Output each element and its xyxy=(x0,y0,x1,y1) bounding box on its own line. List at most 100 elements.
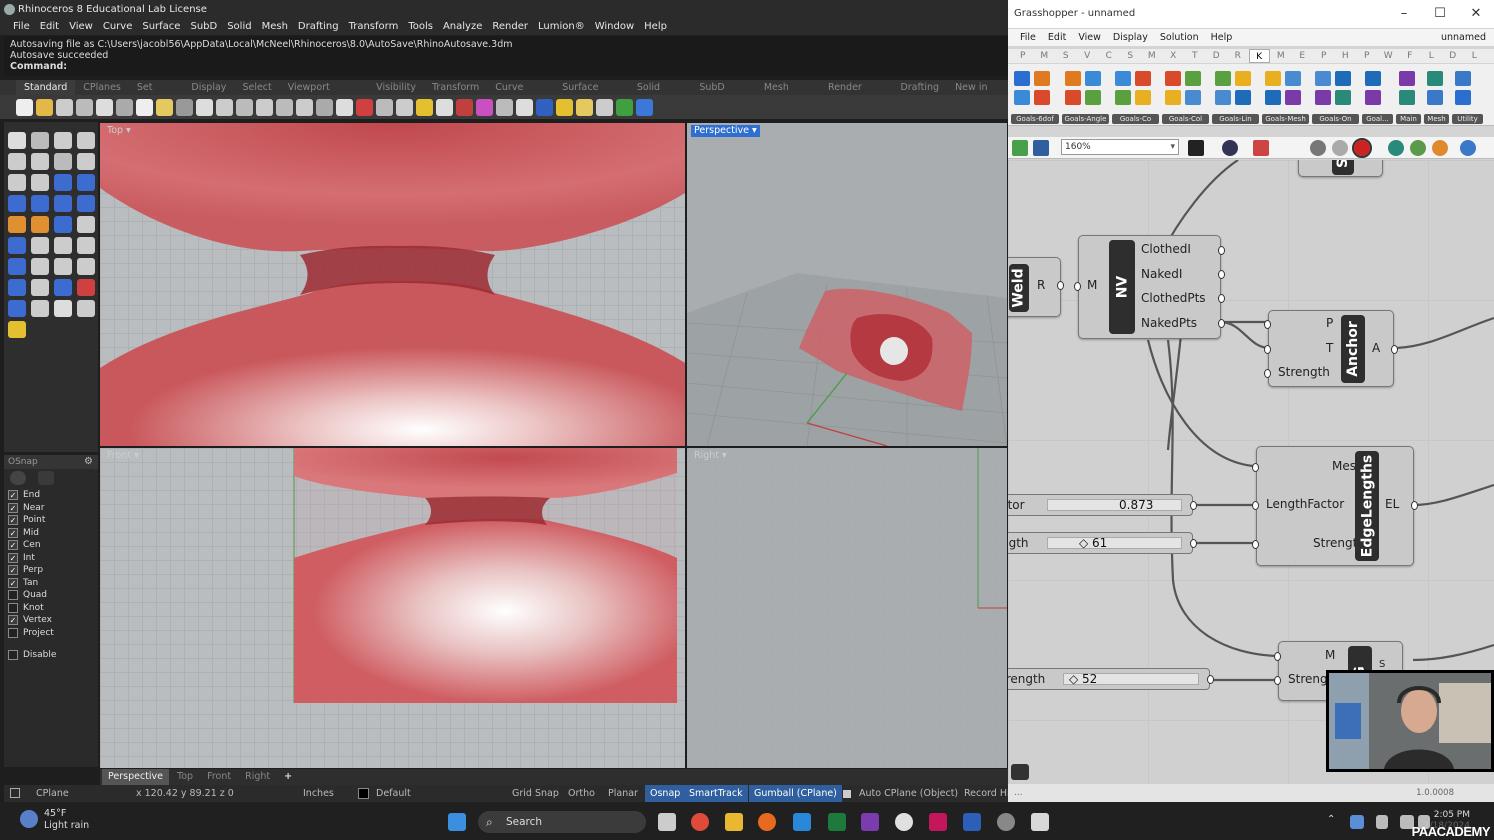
canvas-widget-icon[interactable] xyxy=(1011,764,1029,780)
gh-ribbon-group-label[interactable]: Main xyxy=(1396,114,1421,124)
nv-input-port[interactable] xyxy=(1074,282,1081,291)
preview-selected-icon[interactable] xyxy=(1388,140,1404,156)
display-icon[interactable] xyxy=(596,98,613,116)
osnap-disable[interactable]: Disable xyxy=(8,650,56,660)
gh-category-tab[interactable]: M xyxy=(1141,49,1163,63)
box-icon[interactable] xyxy=(8,195,26,212)
gh-document-name[interactable]: unnamed xyxy=(1441,29,1486,46)
menu-mesh[interactable]: Mesh xyxy=(257,19,293,35)
osnap-item[interactable]: ✓ Vertex xyxy=(8,614,54,627)
menu-edit[interactable]: Edit xyxy=(35,19,64,35)
tab-cplanes[interactable]: CPlanes xyxy=(75,80,129,95)
chevron-up-icon[interactable]: ⌃ xyxy=(1327,814,1335,825)
edge-port-lengthfactor[interactable] xyxy=(1252,501,1259,510)
tab-mesh-tools[interactable]: Mesh Tools xyxy=(756,80,820,108)
nv-port-1[interactable] xyxy=(1218,246,1225,255)
light-icon[interactable] xyxy=(416,98,433,116)
osnap-checkbox[interactable]: ✓ xyxy=(8,527,18,538)
osnap-checkbox[interactable]: ✓ xyxy=(8,615,18,626)
point-tool-icon[interactable] xyxy=(31,132,49,149)
vp-tab-top[interactable]: Top xyxy=(171,769,199,785)
viewport-right[interactable]: Right ▾ xyxy=(687,448,1007,768)
help-icon[interactable] xyxy=(636,98,653,116)
gh-component-icon[interactable] xyxy=(1085,71,1101,86)
options-icon[interactable] xyxy=(576,98,593,116)
gh-component-icon[interactable] xyxy=(1315,71,1331,86)
gh-category-tab[interactable]: P xyxy=(1012,49,1034,63)
gh-ribbon-group-label[interactable]: Goals-Angle xyxy=(1062,114,1109,124)
panel-toggle-icon[interactable] xyxy=(10,788,20,798)
slider-length-factor[interactable]: ctor 0.873 xyxy=(1008,494,1197,516)
gh-component-icon[interactable] xyxy=(1335,90,1351,105)
select-arrow-icon[interactable] xyxy=(8,132,26,149)
gh-ribbon-group-label[interactable]: Goals-Mesh xyxy=(1262,114,1309,124)
anchor-output-port[interactable] xyxy=(1391,345,1398,354)
close-icon[interactable]: ✕ xyxy=(1458,0,1494,28)
dimension-icon[interactable] xyxy=(31,258,49,275)
preview-mesh-icon[interactable] xyxy=(1410,140,1426,156)
tab-visibility[interactable]: Visibility xyxy=(368,80,424,95)
firefox-icon[interactable] xyxy=(758,813,776,831)
osnap-item[interactable]: Quad xyxy=(8,589,54,602)
task-view-icon[interactable] xyxy=(658,813,676,831)
anchor-port-t[interactable] xyxy=(1264,345,1271,354)
pen-icon[interactable] xyxy=(8,300,26,317)
status-units[interactable]: Inches xyxy=(303,785,334,802)
array-icon[interactable] xyxy=(54,258,72,275)
menu-window[interactable]: Window xyxy=(590,19,639,35)
gh-category-tab[interactable]: X xyxy=(1163,49,1185,63)
osnap-checkbox[interactable]: ✓ xyxy=(8,577,18,588)
vp-tab-add[interactable]: + xyxy=(278,769,298,785)
zoom-icon[interactable] xyxy=(236,98,253,116)
text-icon[interactable] xyxy=(8,258,26,275)
tab-solid-tools[interactable]: Solid Tools xyxy=(629,80,691,108)
tab-drafting[interactable]: Drafting xyxy=(892,80,947,95)
select-icon[interactable] xyxy=(356,98,373,116)
curve-icon[interactable] xyxy=(77,132,95,149)
viewport-top[interactable]: Top ▾ xyxy=(100,123,685,446)
edge-output-port[interactable] xyxy=(1411,501,1418,510)
copy-icon[interactable] xyxy=(136,98,153,116)
preview-eye-icon[interactable] xyxy=(1222,140,1238,156)
scale-icon[interactable] xyxy=(77,237,95,254)
gh-menu-file[interactable]: File xyxy=(1014,29,1042,46)
gh-component-icon[interactable] xyxy=(1135,71,1151,86)
gh-ribbon-group-label[interactable]: Goals-Co xyxy=(1112,114,1159,124)
slider-length-factor-value[interactable]: 0.873 xyxy=(1119,498,1153,512)
sphere-tool-icon[interactable] xyxy=(31,195,49,212)
viewport-layout-icon[interactable] xyxy=(336,98,353,116)
gh-component-icon[interactable] xyxy=(1215,71,1231,86)
tab-standard[interactable]: Standard xyxy=(16,80,76,95)
mesh-icon[interactable] xyxy=(516,98,533,116)
slider-strength-1-value[interactable]: ◇ 61 xyxy=(1079,536,1107,550)
gh-component-icon[interactable] xyxy=(1165,71,1181,86)
gh-category-tab[interactable]: S xyxy=(1055,49,1077,63)
node-anchor[interactable]: P T Strength Anchor A xyxy=(1264,310,1398,387)
gh-component-icon[interactable] xyxy=(1235,90,1251,105)
gh-category-tab[interactable]: M xyxy=(1270,49,1292,63)
gh-category-tab[interactable]: C xyxy=(1098,49,1120,63)
command-area[interactable]: Autosaving file as C:\Users\jacobl56\App… xyxy=(4,36,1008,76)
sphere-icon[interactable] xyxy=(536,98,553,116)
gh-component-icon[interactable] xyxy=(1315,90,1331,105)
menu-drafting[interactable]: Drafting xyxy=(293,19,344,35)
preview-sphere-icon[interactable] xyxy=(1460,140,1476,156)
block-icon[interactable] xyxy=(77,279,95,296)
group-icon[interactable] xyxy=(31,237,49,254)
status-grid-snap[interactable]: Grid Snap xyxy=(512,785,559,802)
osnap-item[interactable]: ✓ Cen xyxy=(8,539,54,552)
tab-set-view[interactable]: Set View xyxy=(129,80,184,108)
zoom-extents-icon[interactable] xyxy=(1188,140,1204,156)
vp-tab-right[interactable]: Right xyxy=(239,769,276,785)
osnap-item[interactable]: ✓ Perp xyxy=(8,564,54,577)
properties-icon[interactable] xyxy=(96,98,113,116)
join-icon[interactable] xyxy=(8,237,26,254)
command-prompt[interactable]: Command: xyxy=(10,61,1002,72)
paste-icon[interactable] xyxy=(156,98,173,116)
move-icon[interactable] xyxy=(54,237,72,254)
layout-icon[interactable] xyxy=(77,300,95,317)
status-layer[interactable]: Default xyxy=(376,785,411,802)
edge-port-strength[interactable] xyxy=(1252,540,1259,549)
maximize-icon[interactable]: ☐ xyxy=(1422,0,1458,28)
node-top-partial[interactable]: S xyxy=(1298,160,1383,177)
